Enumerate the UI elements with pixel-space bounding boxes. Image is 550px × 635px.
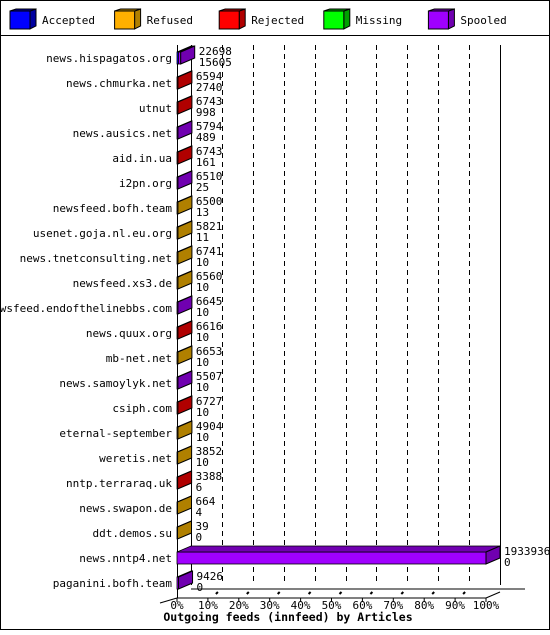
bar-value-total: 1933936 bbox=[504, 545, 550, 558]
legend-label-rejected: Rejected bbox=[251, 14, 304, 27]
legend-swatch-accepted bbox=[9, 10, 31, 30]
host-label: news.nntp4.net bbox=[79, 552, 172, 565]
host-label: news.quux.org bbox=[86, 327, 172, 340]
x-tick-mark bbox=[338, 591, 343, 595]
outgoing-feeds-chart: Accepted Refused Rejected Missing Spooled ne… bbox=[0, 0, 550, 630]
x-tick-label: 90% bbox=[445, 599, 465, 612]
legend-swatch-side bbox=[343, 8, 351, 30]
x-tick-mark bbox=[369, 591, 374, 595]
x-tick-mark bbox=[276, 591, 281, 595]
x-tick-mark bbox=[215, 591, 219, 595]
bar-value-secondary: 10 bbox=[196, 431, 209, 444]
x-tick-mark bbox=[400, 591, 405, 595]
bar-value-secondary: 2740 bbox=[196, 81, 223, 94]
host-label: utnut bbox=[139, 102, 172, 115]
host-label: news.ausics.net bbox=[73, 127, 172, 140]
bar-value-secondary: 10 bbox=[196, 381, 209, 394]
host-label: newsfeed.endofthelinebbs.com bbox=[0, 302, 172, 315]
x-tick-mark bbox=[246, 591, 250, 595]
bar-value-secondary: 25 bbox=[196, 181, 209, 194]
host-label: newsfeed.bofh.team bbox=[53, 202, 173, 215]
bar-value-secondary: 4 bbox=[196, 506, 203, 519]
bar-value-secondary: 0 bbox=[196, 531, 203, 544]
bar-value-secondary: 10 bbox=[196, 256, 209, 269]
host-label: ddt.demos.su bbox=[93, 527, 172, 540]
host-label: paganini.bofh.team bbox=[53, 577, 173, 590]
bar-value-secondary: 11 bbox=[196, 231, 209, 244]
legend-swatch-side bbox=[134, 8, 142, 30]
bar-value-secondary: 10 bbox=[196, 331, 209, 344]
host-label: csiph.com bbox=[112, 402, 172, 415]
legend-label-spooled: Spooled bbox=[460, 14, 506, 27]
host-label: mb-net.net bbox=[106, 352, 172, 365]
bar-value-secondary: 998 bbox=[196, 106, 216, 119]
chart-title: Outgoing feeds (innfeed) by Articles bbox=[163, 610, 412, 624]
host-label: nntp.terraraq.uk bbox=[66, 477, 172, 490]
legend-swatch-rejected bbox=[218, 10, 240, 30]
x-tick-mark bbox=[462, 591, 466, 595]
legend-swatch-refused bbox=[114, 10, 136, 30]
legend-swatch-side bbox=[447, 8, 455, 30]
legend-swatch-spooled bbox=[427, 10, 449, 30]
host-label: usenet.goja.nl.eu.org bbox=[33, 227, 172, 240]
x-tick-label: 100% bbox=[473, 599, 500, 612]
bar-value-secondary: 15605 bbox=[199, 56, 232, 69]
host-label: newsfeed.xs3.de bbox=[73, 277, 172, 290]
bar-value-secondary: 13 bbox=[196, 206, 209, 219]
bar-value-secondary: 10 bbox=[196, 306, 209, 319]
legend-swatch-missing bbox=[323, 10, 345, 30]
bar-top-spooled bbox=[176, 545, 501, 553]
host-label: aid.in.ua bbox=[112, 152, 172, 165]
legend-label-missing: Missing bbox=[356, 14, 402, 27]
bar-value-secondary: 161 bbox=[196, 156, 216, 169]
legend-label-refused: Refused bbox=[147, 14, 193, 27]
legend-swatch-side bbox=[238, 8, 246, 30]
x-tick-label: 80% bbox=[414, 599, 434, 612]
legend-label-accepted: Accepted bbox=[42, 14, 95, 27]
host-label: i2pn.org bbox=[119, 177, 172, 190]
host-label: weretis.net bbox=[99, 452, 172, 465]
chart-frame bbox=[0, 0, 550, 630]
chart-container: Accepted Refused Rejected Missing Spooled ne… bbox=[0, 0, 550, 630]
host-label: news.hispagatos.org bbox=[46, 52, 172, 65]
bar-value-secondary: 0 bbox=[504, 556, 511, 569]
host-label: eternal-september bbox=[59, 427, 172, 440]
bar-value-secondary: 10 bbox=[196, 281, 209, 294]
x-tick-mark bbox=[431, 591, 435, 595]
host-label: news.tnetconsulting.net bbox=[20, 252, 172, 265]
host-label: news.chmurka.net bbox=[66, 77, 172, 90]
bar-value-secondary: 10 bbox=[196, 356, 209, 369]
bar-value-secondary: 6 bbox=[196, 481, 203, 494]
bar-value-secondary: 489 bbox=[196, 131, 216, 144]
bar-value-secondary: 0 bbox=[197, 581, 204, 594]
host-label: news.samoylyk.net bbox=[59, 377, 172, 390]
bar-value-secondary: 10 bbox=[196, 406, 209, 419]
bar-front-spooled bbox=[176, 551, 487, 565]
legend-swatch-side bbox=[29, 8, 37, 30]
host-label: news.swapon.de bbox=[79, 502, 172, 515]
x-tick-mark bbox=[307, 591, 312, 595]
bar-value-secondary: 10 bbox=[196, 456, 209, 469]
